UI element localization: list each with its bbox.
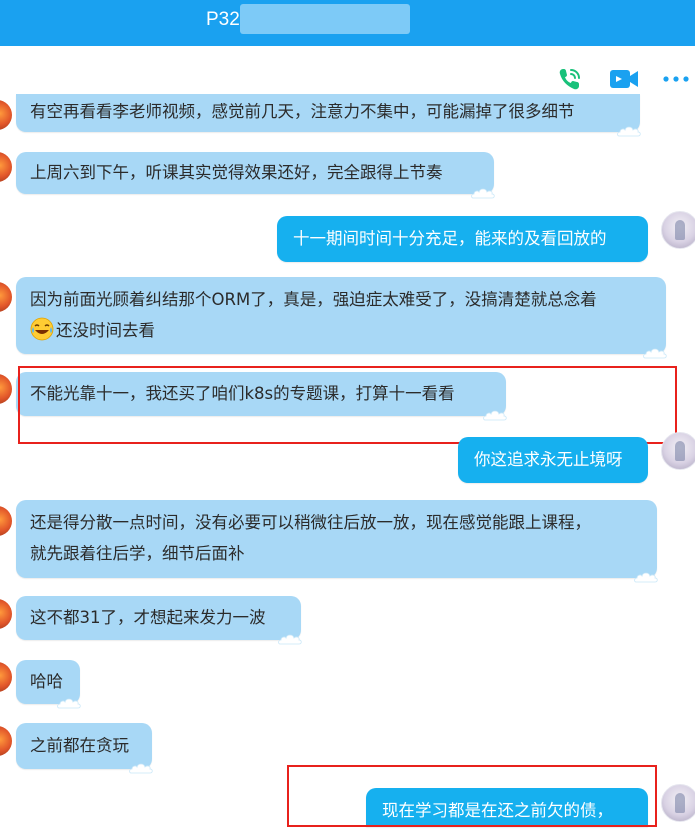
contact-avatar[interactable] xyxy=(0,282,12,312)
message-bubble-outgoing[interactable]: 十一期间时间十分充足，能来的及看回放的 xyxy=(277,216,648,262)
contact-avatar[interactable] xyxy=(0,599,12,629)
message-text: 哈哈 xyxy=(30,672,63,691)
phone-icon[interactable] xyxy=(555,64,585,94)
bubble-cloud-decoration xyxy=(277,632,303,646)
message-text: 你这追求永无止境呀 xyxy=(474,450,623,469)
contact-avatar[interactable] xyxy=(0,100,12,130)
message-text: 之前都在贪玩 xyxy=(30,736,129,755)
highlight-box xyxy=(18,366,677,444)
message-list[interactable]: 有空再看看李老师视频，感觉前几天，注意力不集中，可能漏掉了很多细节 上周六到下午… xyxy=(0,94,695,827)
video-camera-icon[interactable] xyxy=(608,64,638,94)
bubble-cloud-decoration xyxy=(642,346,668,360)
contact-avatar[interactable] xyxy=(0,662,12,692)
message-text: 上周六到下午，听课其实觉得效果还好，完全跟得上节奏 xyxy=(30,163,443,182)
message-text: 十一期间时间十分充足，能来的及看回放的 xyxy=(293,229,607,248)
message-bubble-incoming[interactable]: 有空再看看李老师视频，感觉前几天，注意力不集中，可能漏掉了很多细节 xyxy=(16,94,640,132)
contact-avatar[interactable] xyxy=(0,152,12,182)
contact-avatar[interactable] xyxy=(0,374,12,404)
message-text-line: 还是得分散一点时间，没有必要可以稍微往后放一放，现在感觉能跟上课程， xyxy=(30,513,591,532)
message-bubble-incoming[interactable]: 还是得分散一点时间，没有必要可以稍微往后放一放，现在感觉能跟上课程， 就先跟着往… xyxy=(16,500,657,578)
message-bubble-outgoing[interactable]: 你这追求永无止境呀 xyxy=(458,437,648,483)
bubble-cloud-decoration xyxy=(128,761,154,775)
contact-avatar[interactable] xyxy=(0,726,12,756)
message-text-line: 还没时间去看 xyxy=(30,315,652,346)
my-avatar[interactable] xyxy=(661,432,695,470)
message-bubble-incoming[interactable]: 哈哈 xyxy=(16,660,80,704)
message-bubble-incoming[interactable]: 之前都在贪玩 xyxy=(16,723,152,769)
message-bubble-incoming[interactable]: 上周六到下午，听课其实觉得效果还好，完全跟得上节奏 xyxy=(16,152,494,194)
action-bar xyxy=(0,46,695,94)
message-text-line: 就先跟着往后学，细节后面补 xyxy=(30,544,245,563)
bubble-cloud-decoration xyxy=(470,186,496,200)
highlight-box xyxy=(287,765,657,827)
message-text: 这不都31了，才想起来发力一波 xyxy=(30,608,266,627)
contact-avatar[interactable] xyxy=(0,506,12,536)
message-text: 有空再看看李老师视频，感觉前几天，注意力不集中，可能漏掉了很多细节 xyxy=(30,102,575,121)
message-text-line: 因为前面光顾着纠结那个ORM了，真是，强迫症太难受了，没搞清楚就总念着 xyxy=(30,290,597,309)
my-avatar[interactable] xyxy=(661,211,695,249)
bubble-cloud-decoration xyxy=(56,696,82,710)
redacted-name xyxy=(240,4,410,34)
more-dots-icon[interactable] xyxy=(662,64,692,94)
message-bubble-incoming[interactable]: 这不都31了，才想起来发力一波 xyxy=(16,596,301,640)
message-text: 还没时间去看 xyxy=(56,321,155,340)
title-bar: P32 xyxy=(0,0,695,46)
message-bubble-incoming[interactable]: 因为前面光顾着纠结那个ORM了，真是，强迫症太难受了，没搞清楚就总念着 还没时间… xyxy=(16,277,666,354)
laughing-tears-emoji xyxy=(30,317,54,341)
chat-title: P32 xyxy=(206,9,240,30)
my-avatar[interactable] xyxy=(661,784,695,822)
bubble-cloud-decoration xyxy=(616,124,642,138)
bubble-cloud-decoration xyxy=(633,570,659,584)
